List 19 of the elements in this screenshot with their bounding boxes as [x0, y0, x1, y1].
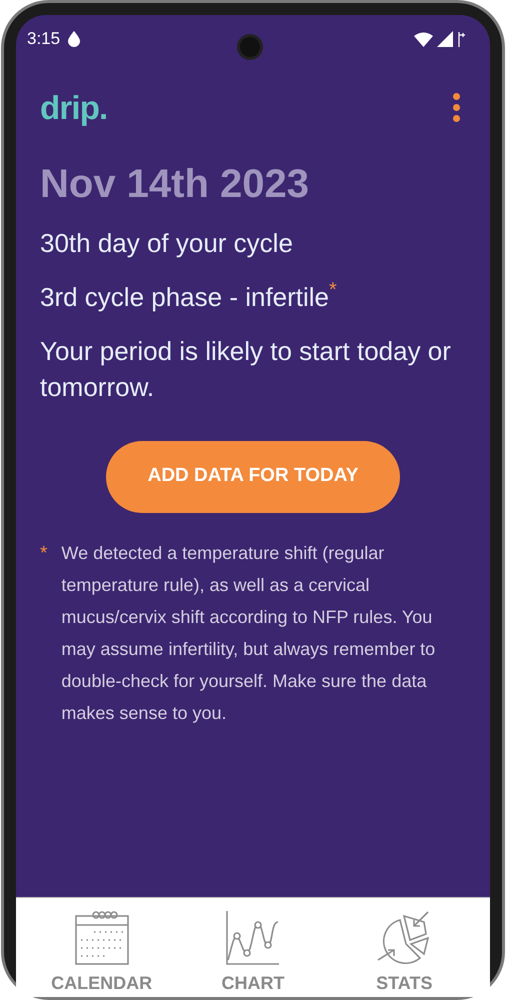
app-logo: drip.	[40, 88, 108, 128]
signal-icon	[437, 31, 453, 47]
add-data-button[interactable]: ADD DATA FOR TODAY	[106, 440, 400, 512]
chart-icon	[224, 910, 281, 966]
cycle-info-text: 30th day of your cycle	[40, 226, 294, 260]
nav-tab[interactable]: CHART	[188, 910, 318, 997]
cycle-info-text: 3rd cycle phase - infertile$^{*}$	[40, 278, 338, 314]
status-time: 3:15	[27, 28, 60, 50]
drop-icon	[68, 31, 80, 47]
date-heading: Nov 14th 2023	[39, 160, 310, 208]
cycle-info-text: Your period is likely to start today or tomorrow.	[40, 334, 452, 404]
calendar-icon	[74, 910, 130, 966]
wifi-icon	[414, 32, 433, 46]
nav-tab[interactable]: CALENDAR	[36, 910, 167, 997]
more-menu-icon[interactable]	[453, 91, 460, 124]
nav-tab[interactable]: STATS	[339, 910, 470, 997]
camera-icon	[237, 34, 263, 60]
footnote-text: We detected a temperature shift (regular temperature rule), as well as a cervical mucus/cervix shift according to NFP rules. You may assume infertility, but always remember to double-check for yourself. Make sure the data makes sense to you.	[61, 542, 436, 725]
footnote-mark: *	[40, 542, 48, 566]
